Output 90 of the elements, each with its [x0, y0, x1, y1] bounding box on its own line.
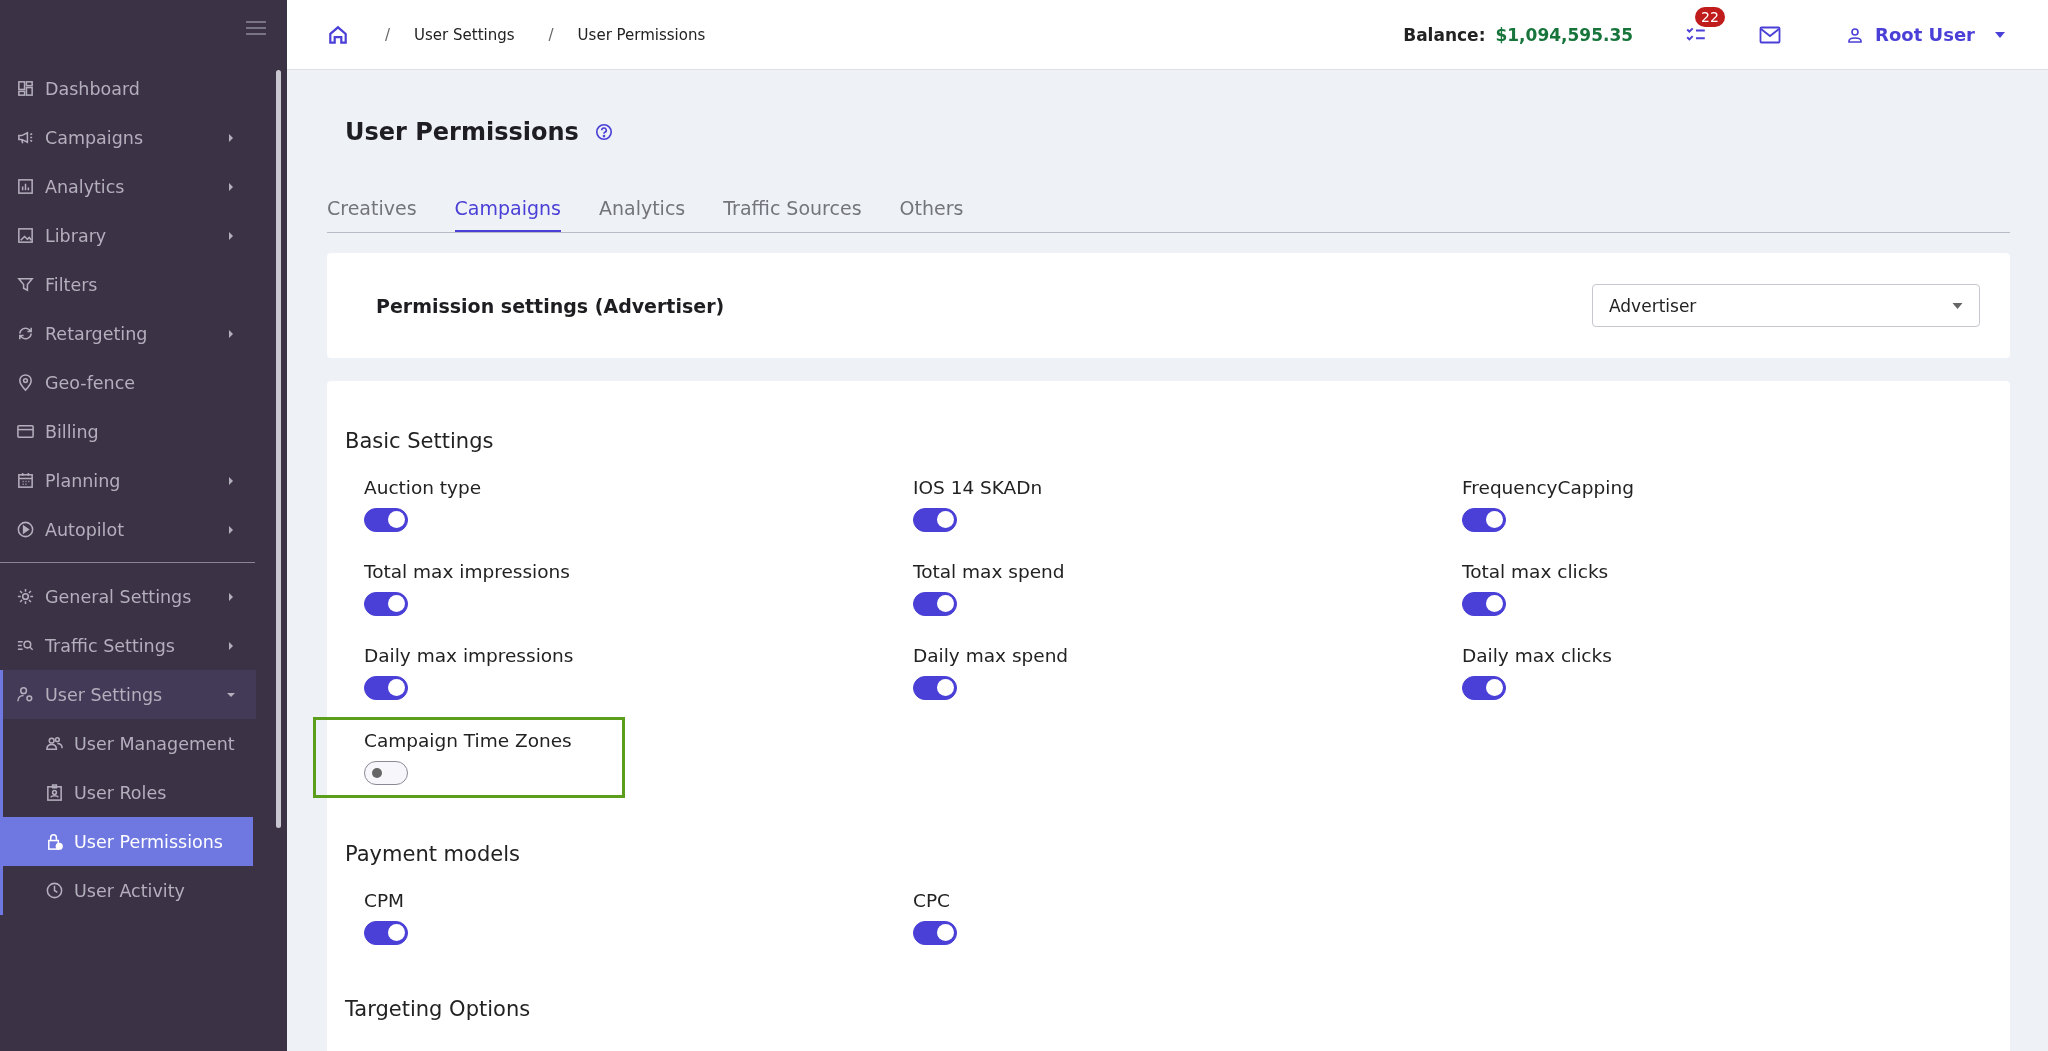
caret-icon: [1995, 31, 2005, 38]
toggle-switch[interactable]: [364, 761, 408, 785]
lock-icon: [45, 832, 64, 851]
sidebar-item[interactable]: Traffic Settings: [0, 621, 256, 670]
sidebar-item[interactable]: Campaigns: [0, 113, 256, 162]
caret-icon: [226, 132, 236, 143]
breadcrumb-separator: /: [548, 25, 554, 44]
user-gear-icon: [16, 685, 35, 704]
tab[interactable]: Analytics: [598, 194, 686, 232]
caret-icon: [1952, 302, 1963, 309]
sidebar-subitem[interactable]: User Management: [3, 719, 256, 768]
sidebar-item[interactable]: Billing: [0, 407, 256, 456]
page-title: User Permissions: [345, 118, 579, 146]
user-menu[interactable]: Root User: [1847, 24, 2005, 45]
toggle-switch[interactable]: [1462, 508, 1506, 532]
permission-label: IOS 14 SKADn: [913, 477, 1043, 498]
permission-label: Total max clicks: [1462, 561, 1609, 582]
sidebar-item[interactable]: User Settings: [3, 670, 256, 719]
permission-label: CPM: [364, 890, 405, 911]
menu-icon[interactable]: [246, 21, 266, 35]
help-icon[interactable]: [594, 123, 613, 141]
toggle-switch[interactable]: [913, 676, 957, 700]
chart-icon: [16, 177, 35, 196]
toggle-switch[interactable]: [913, 921, 957, 945]
permission-label: Total max impressions: [364, 561, 570, 582]
user-icon: [1847, 26, 1864, 43]
permission-label: Daily max spend: [913, 645, 1069, 666]
breadcrumb-separator: /: [385, 25, 391, 44]
toggle-switch[interactable]: [364, 921, 408, 945]
sidebar-subitem[interactable]: User Permissions: [0, 817, 253, 866]
toggle-switch[interactable]: [913, 508, 957, 532]
section-title: Basic Settings: [345, 429, 495, 453]
balance-value: $1,094,595.35: [1495, 24, 1634, 45]
tab[interactable]: Traffic Sources: [723, 194, 862, 232]
scrollbar[interactable]: [276, 70, 281, 828]
permission-label: CPC: [913, 890, 950, 911]
card-title: Permission settings (Advertiser): [376, 294, 725, 317]
sidebar-item[interactable]: Filters: [0, 260, 256, 309]
toggle-switch[interactable]: [913, 592, 957, 616]
gear-icon: [16, 587, 35, 606]
tab[interactable]: Creatives: [327, 194, 417, 232]
sidebar-item[interactable]: Planning: [0, 456, 256, 505]
notification-badge: 22: [1695, 6, 1725, 27]
permission-label: FrequencyCapping: [1462, 477, 1634, 498]
mail-icon[interactable]: [1759, 25, 1782, 44]
filter-icon: [16, 275, 35, 294]
caret-icon: [226, 640, 236, 651]
dashboard-icon: [16, 79, 35, 98]
caret-icon: [226, 475, 236, 486]
permission-label: Daily max clicks: [1462, 645, 1612, 666]
sidebar-item[interactable]: Retargeting: [0, 309, 256, 358]
balance-label: Balance:: [1403, 24, 1486, 45]
tab[interactable]: Others: [899, 194, 964, 232]
clock-icon: [45, 881, 64, 900]
play-icon: [16, 520, 35, 539]
section-title: Payment models: [345, 842, 521, 866]
sidebar-item[interactable]: Geo-fence: [0, 358, 256, 407]
toggle-switch[interactable]: [1462, 592, 1506, 616]
caret-icon: [226, 591, 236, 602]
sidebar-subitem[interactable]: User Activity: [3, 866, 256, 915]
toggle-switch[interactable]: [364, 676, 408, 700]
toggle-switch[interactable]: [364, 508, 408, 532]
permission-label: Daily max impressions: [364, 645, 574, 666]
sidebar-item[interactable]: General Settings: [0, 572, 256, 621]
toggle-switch[interactable]: [364, 592, 408, 616]
sidebar-item[interactable]: Dashboard: [0, 64, 256, 113]
role-dropdown[interactable]: Advertiser: [1592, 284, 1980, 327]
badge-icon: [45, 783, 64, 802]
permission-label: Campaign Time Zones: [364, 730, 572, 751]
home-icon[interactable]: [327, 23, 349, 46]
sidebar-item[interactable]: Autopilot: [0, 505, 256, 554]
users-icon: [45, 734, 64, 753]
caret-icon: [226, 230, 236, 241]
sidebar-item[interactable]: Analytics: [0, 162, 256, 211]
sidebar-item[interactable]: Library: [0, 211, 256, 260]
calendar-icon: [16, 471, 35, 490]
tab[interactable]: Campaigns: [454, 194, 561, 232]
image-icon: [16, 226, 35, 245]
caret-icon: [226, 181, 236, 192]
permission-label: Auction type: [364, 477, 482, 498]
credit-card-icon: [16, 422, 35, 441]
breadcrumb-link[interactable]: User Settings: [414, 25, 515, 44]
toggle-switch[interactable]: [1462, 676, 1506, 700]
caret-icon: [226, 524, 236, 535]
permission-label: Total max spend: [913, 561, 1065, 582]
section-title: Targeting Options: [345, 997, 532, 1021]
caret-icon: [226, 328, 236, 339]
sidebar-subitem[interactable]: User Roles: [3, 768, 256, 817]
map-pin-icon: [16, 373, 35, 392]
refresh-icon: [16, 324, 35, 343]
